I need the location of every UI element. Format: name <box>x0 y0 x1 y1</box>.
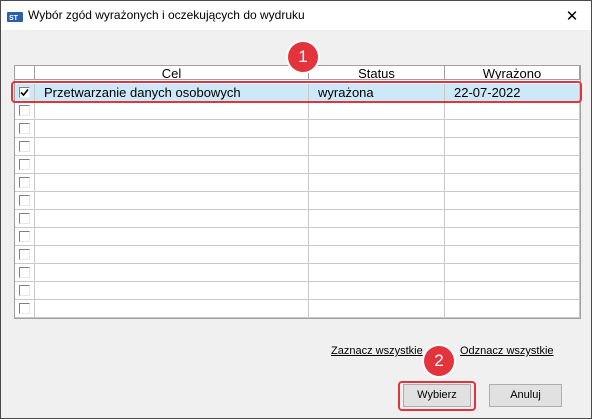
cell-wyrazono <box>445 138 580 156</box>
cell-wyrazono <box>445 282 580 300</box>
cell-wyrazono <box>445 210 580 228</box>
cell-cel <box>35 282 309 300</box>
table-row[interactable] <box>15 282 580 300</box>
row-checkbox[interactable] <box>19 303 30 314</box>
cell-status <box>309 246 445 264</box>
checkbox-cell <box>15 84 35 102</box>
cell-wyrazono <box>445 264 580 282</box>
row-checkbox[interactable] <box>19 177 30 188</box>
window-title: Wybór zgód wyrażonych i oczekujących do … <box>28 8 305 22</box>
svg-text:ST: ST <box>9 15 19 22</box>
row-checkbox[interactable] <box>19 249 30 260</box>
row-checkbox[interactable] <box>19 123 30 134</box>
cancel-button[interactable]: Anuluj <box>489 384 562 407</box>
cell-cel <box>35 300 309 318</box>
row-checkbox[interactable] <box>19 87 30 98</box>
cell-status <box>309 282 445 300</box>
table-row[interactable] <box>15 264 580 282</box>
annotation-badge-1: 1 <box>288 42 318 72</box>
table-row[interactable] <box>15 300 580 318</box>
title-bar: ST Wybór zgód wyrażonych i oczekujących … <box>1 1 591 30</box>
header-checkbox-column <box>15 66 35 80</box>
cell-wyrazono <box>445 300 580 318</box>
cell-cel <box>35 102 309 120</box>
checkbox-cell <box>15 192 35 210</box>
table-row[interactable]: Przetwarzanie danych osobowych wyrażona 22… <box>15 84 580 102</box>
cell-wyrazono <box>445 228 580 246</box>
header-status[interactable]: Status <box>309 66 445 80</box>
cell-status <box>309 210 445 228</box>
cell-status <box>309 300 445 318</box>
table-row[interactable] <box>15 102 580 120</box>
table-row[interactable] <box>15 246 580 264</box>
header-wyrazono[interactable]: Wyrażono <box>445 66 580 80</box>
cell-wyrazono <box>445 246 580 264</box>
row-checkbox[interactable] <box>19 159 30 170</box>
row-checkbox[interactable] <box>19 285 30 296</box>
close-icon: ✕ <box>565 7 579 25</box>
checkbox-cell <box>15 156 35 174</box>
cell-status <box>309 156 445 174</box>
select-all-link[interactable]: Zaznacz wszystkie <box>331 345 423 357</box>
cell-cel <box>35 156 309 174</box>
deselect-all-link[interactable]: Odznacz wszystkie <box>460 345 554 357</box>
checkbox-cell <box>15 300 35 318</box>
cell-cel <box>35 120 309 138</box>
app-logo-icon: ST <box>7 8 23 24</box>
cell-cel <box>35 192 309 210</box>
table-row[interactable] <box>15 228 580 246</box>
cell-cel <box>35 138 309 156</box>
cell-status <box>309 228 445 246</box>
annotation-badge-2: 2 <box>424 346 454 376</box>
cell-status: wyrażona <box>309 84 445 102</box>
cell-status <box>309 120 445 138</box>
cell-status <box>309 174 445 192</box>
cell-cel <box>35 228 309 246</box>
cell-cel <box>35 210 309 228</box>
cell-status <box>309 102 445 120</box>
row-checkbox[interactable] <box>19 213 30 224</box>
choose-button[interactable]: Wybierz <box>403 384 471 407</box>
consents-grid: Cel Status Wyrażono Przetwarzanie danych… <box>14 65 581 319</box>
cell-status <box>309 138 445 156</box>
row-checkbox[interactable] <box>19 231 30 242</box>
cell-cel <box>35 264 309 282</box>
cell-wyrazono <box>445 174 580 192</box>
header-cel[interactable]: Cel <box>35 66 309 80</box>
cell-cel <box>35 246 309 264</box>
checkbox-cell <box>15 228 35 246</box>
dialog-window: ST Wybór zgód wyrażonych i oczekujących … <box>0 0 592 419</box>
row-checkbox[interactable] <box>19 105 30 116</box>
row-checkbox[interactable] <box>19 141 30 152</box>
cell-wyrazono <box>445 156 580 174</box>
cell-wyrazono <box>445 102 580 120</box>
cell-cel: Przetwarzanie danych osobowych <box>35 84 309 102</box>
checkbox-cell <box>15 102 35 120</box>
cell-status <box>309 192 445 210</box>
cell-wyrazono <box>445 192 580 210</box>
checkmark-icon <box>20 88 29 97</box>
cell-wyrazono <box>445 120 580 138</box>
checkbox-cell <box>15 120 35 138</box>
checkbox-cell <box>15 246 35 264</box>
table-row[interactable] <box>15 120 580 138</box>
cell-wyrazono: 22-07-2022 <box>445 84 580 102</box>
checkbox-cell <box>15 282 35 300</box>
table-row[interactable] <box>15 174 580 192</box>
checkbox-cell <box>15 264 35 282</box>
table-row[interactable] <box>15 138 580 156</box>
cell-cel <box>35 174 309 192</box>
close-button[interactable]: ✕ <box>553 1 591 30</box>
table-row[interactable] <box>15 210 580 228</box>
checkbox-cell <box>15 174 35 192</box>
table-row[interactable] <box>15 192 580 210</box>
checkbox-cell <box>15 138 35 156</box>
cell-status <box>309 264 445 282</box>
table-row[interactable] <box>15 156 580 174</box>
row-checkbox[interactable] <box>19 267 30 278</box>
checkbox-cell <box>15 210 35 228</box>
row-checkbox[interactable] <box>19 195 30 206</box>
